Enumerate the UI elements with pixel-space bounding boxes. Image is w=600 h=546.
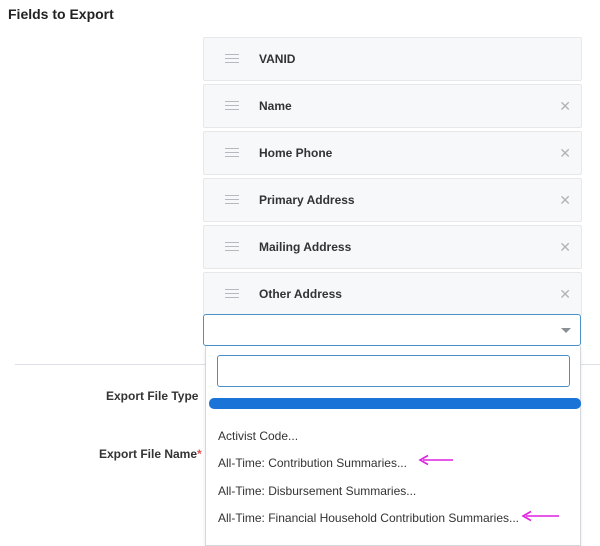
add-field-select[interactable] [203,314,581,346]
drag-handle-icon[interactable] [225,242,239,251]
option-all-time-financial-household-contribution-summaries[interactable]: All-Time: Financial Household Contributi… [218,511,519,525]
section-title: Fields to Export [8,6,114,22]
chevron-down-icon[interactable] [561,328,571,333]
drag-handle-icon[interactable] [225,54,239,63]
export-file-name-label-wrap: Export File Name* [99,447,202,461]
option-all-time-disbursement-summaries[interactable]: All-Time: Disbursement Summaries... [218,484,416,498]
export-field-list: VANID Name ✕ Home Phone ✕ Primary Addres… [203,37,582,319]
field-row-other-address[interactable]: Other Address ✕ [203,272,582,316]
field-label: Mailing Address [259,240,352,254]
drag-handle-icon[interactable] [225,289,239,298]
required-mark: * [197,447,202,461]
dropdown-search-input[interactable] [217,355,570,387]
annotation-arrow-icon [418,454,453,466]
export-file-name-label: Export File Name [99,447,198,461]
field-label: Other Address [259,287,342,301]
field-label: VANID [259,52,296,66]
drag-handle-icon[interactable] [225,195,239,204]
field-row-home-phone[interactable]: Home Phone ✕ [203,131,582,175]
remove-field-icon[interactable]: ✕ [559,285,571,303]
drag-handle-icon[interactable] [225,148,239,157]
option-all-time-contribution-summaries[interactable]: All-Time: Contribution Summaries... [218,456,407,470]
highlighted-option-bar[interactable] [209,398,581,409]
option-activist-code[interactable]: Activist Code... [218,429,298,443]
field-row-mailing-address[interactable]: Mailing Address ✕ [203,225,582,269]
field-label: Home Phone [259,146,333,160]
export-file-type-label: Export File Type [106,389,199,403]
annotation-arrow-icon [521,510,559,522]
remove-field-icon[interactable]: ✕ [559,238,571,256]
remove-field-icon[interactable]: ✕ [559,97,571,115]
remove-field-icon[interactable]: ✕ [559,191,571,209]
field-label: Name [259,99,292,113]
field-row-vanid[interactable]: VANID [203,37,582,81]
field-row-name[interactable]: Name ✕ [203,84,582,128]
remove-field-icon[interactable]: ✕ [559,144,571,162]
drag-handle-icon[interactable] [225,101,239,110]
field-label: Primary Address [259,193,355,207]
field-row-primary-address[interactable]: Primary Address ✕ [203,178,582,222]
